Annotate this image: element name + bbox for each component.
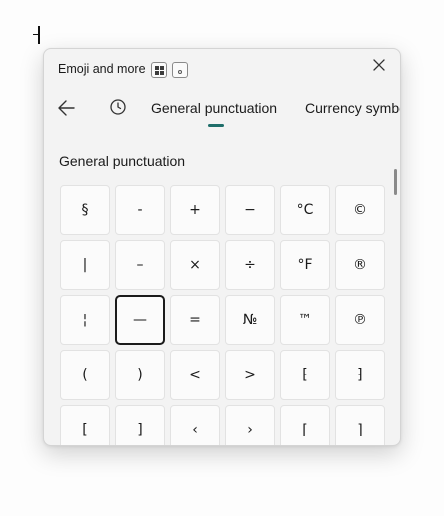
symbol-cell[interactable]: ‹	[170, 405, 220, 445]
windows-key-icon	[151, 62, 167, 78]
symbol-cell[interactable]: §	[60, 185, 110, 235]
symbol-cell[interactable]: ÷	[225, 240, 275, 290]
symbol-cell[interactable]: -	[115, 185, 165, 235]
symbol-cell[interactable]: ®	[335, 240, 385, 290]
symbol-cell[interactable]: −	[225, 185, 275, 235]
symbol-cell[interactable]: ×	[170, 240, 220, 290]
tab-currency-symbols[interactable]: Currency symbo	[305, 100, 400, 116]
symbol-cell[interactable]: |	[60, 240, 110, 290]
symbol-cell[interactable]: ⁅	[280, 350, 330, 400]
symbol-cell[interactable]: <	[170, 350, 220, 400]
symbol-cell[interactable]: ℗	[335, 295, 385, 345]
category-nav: General punctuation Currency symbo	[44, 89, 400, 139]
symbol-cell-selected[interactable]: —	[115, 295, 165, 345]
close-icon	[373, 59, 385, 71]
symbol-cell[interactable]: °F	[280, 240, 330, 290]
period-key-icon	[172, 62, 188, 78]
symbol-cell[interactable]: ⌈	[280, 405, 330, 445]
symbol-cell[interactable]: ⁆	[335, 350, 385, 400]
symbol-cell[interactable]: )	[115, 350, 165, 400]
symbol-cell[interactable]: °C	[280, 185, 330, 235]
tab-general-punctuation[interactable]: General punctuation	[151, 100, 277, 116]
symbol-cell[interactable]: (	[60, 350, 110, 400]
symbol-grid: § - + − °C © | – × ÷ °F ® ¦ — = № ™ ℗ ( …	[60, 185, 385, 445]
scrollbar-thumb[interactable]	[394, 169, 397, 195]
back-arrow-icon	[58, 100, 75, 116]
active-tab-indicator	[208, 124, 224, 127]
symbol-cell[interactable]: №	[225, 295, 275, 345]
symbol-cell[interactable]: ›	[225, 405, 275, 445]
emoji-panel: Emoji and more General punctuation Curre…	[43, 48, 401, 446]
symbol-cell[interactable]: ™	[280, 295, 330, 345]
symbol-cell[interactable]: ©	[335, 185, 385, 235]
symbol-cell[interactable]: ]	[115, 405, 165, 445]
section-title: General punctuation	[59, 153, 186, 169]
text-cursor	[33, 26, 40, 44]
symbol-cell[interactable]: [	[60, 405, 110, 445]
symbol-cell[interactable]: ⌉	[335, 405, 385, 445]
clock-icon	[110, 99, 126, 115]
recent-button[interactable]	[108, 97, 128, 117]
symbol-cell[interactable]: >	[225, 350, 275, 400]
close-button[interactable]	[370, 56, 388, 74]
symbol-cell[interactable]: +	[170, 185, 220, 235]
title-bar: Emoji and more	[44, 49, 400, 89]
panel-title: Emoji and more	[58, 62, 146, 76]
symbol-cell[interactable]: –	[115, 240, 165, 290]
back-button[interactable]	[56, 97, 78, 119]
symbol-cell[interactable]: =	[170, 295, 220, 345]
symbol-cell[interactable]: ¦	[60, 295, 110, 345]
